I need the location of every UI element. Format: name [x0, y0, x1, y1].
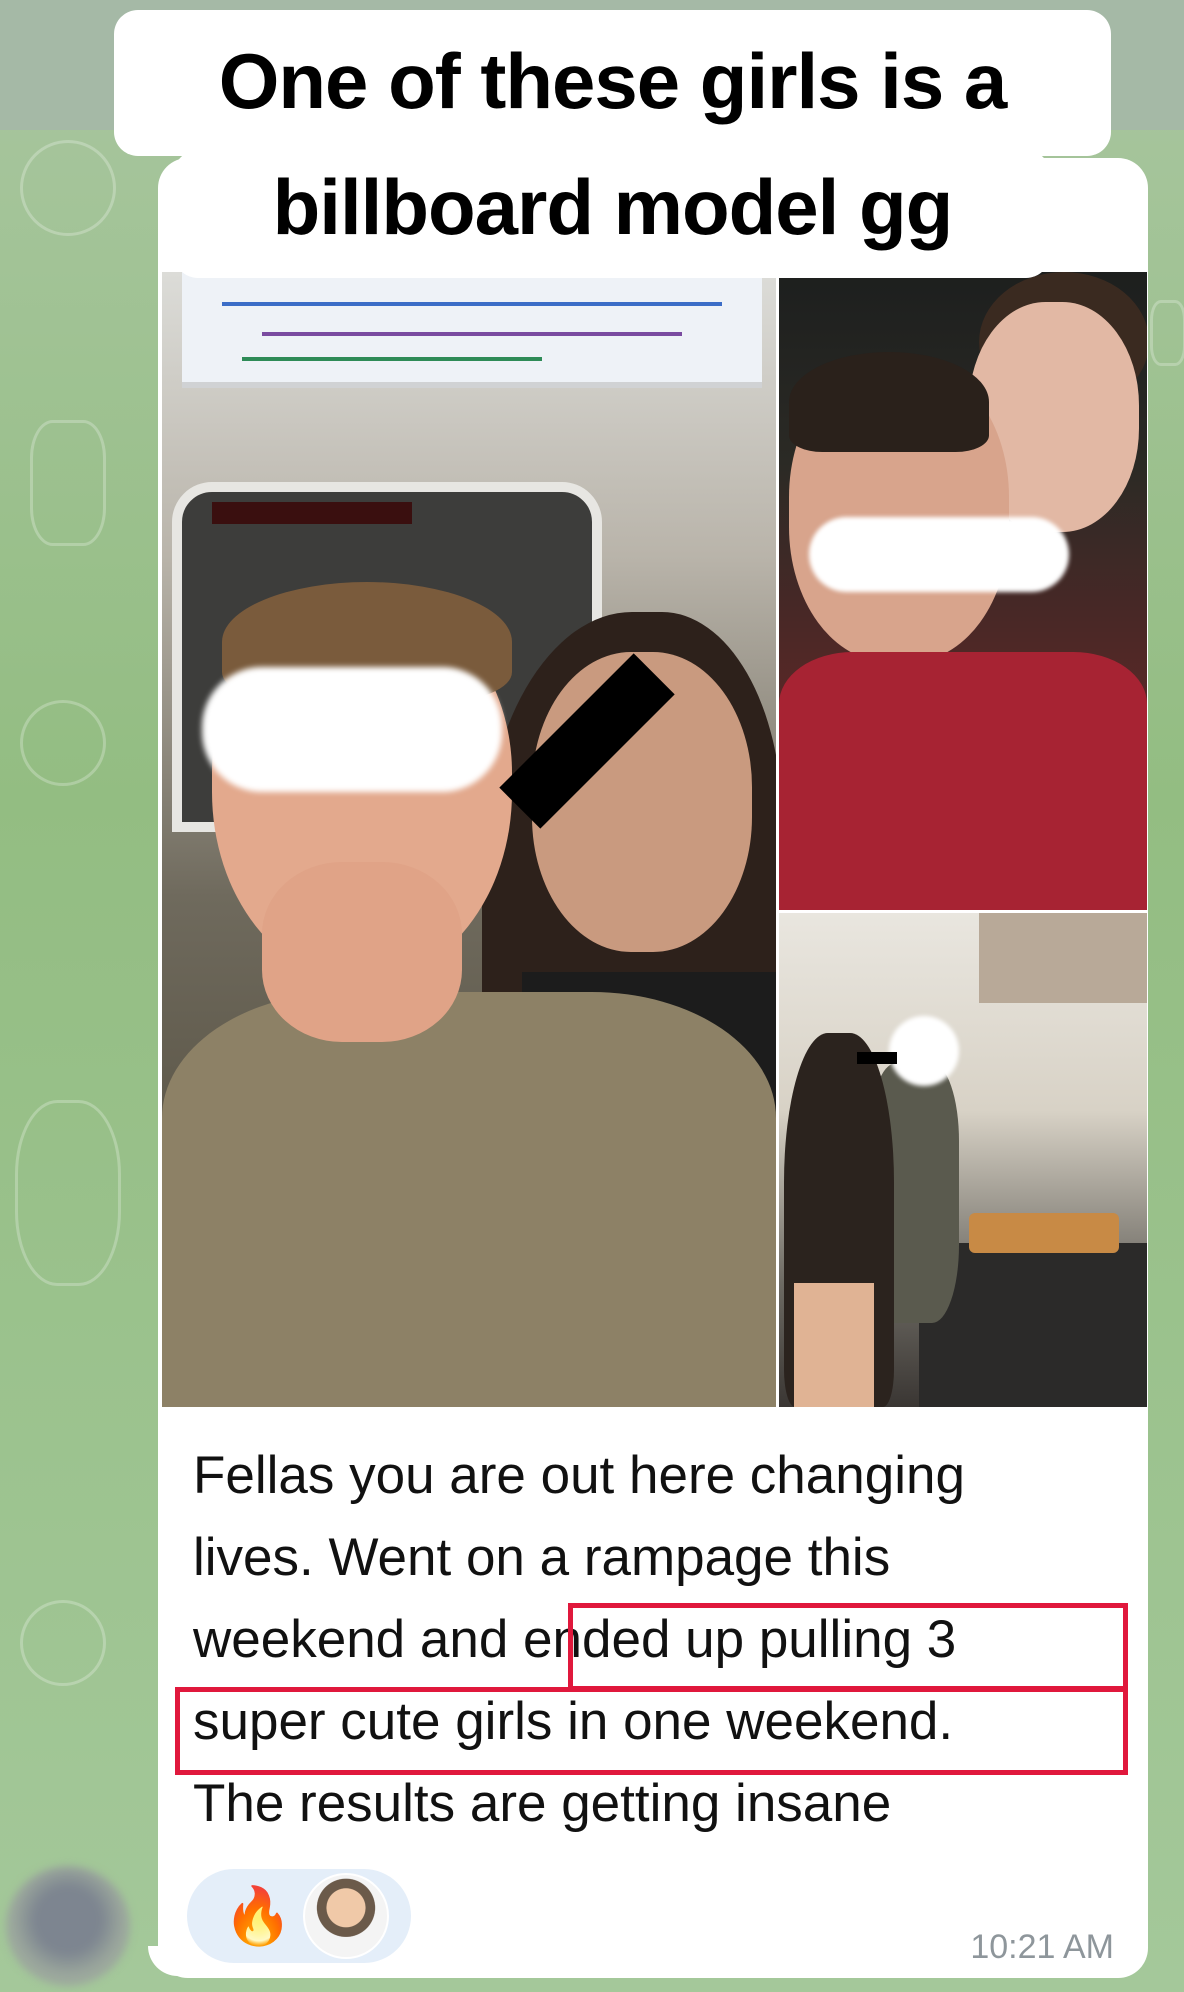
hand: [262, 862, 462, 1042]
doodle: [20, 140, 116, 236]
man-shirt: [162, 992, 776, 1407]
doodle: [15, 1100, 121, 1286]
doodle: [20, 700, 106, 786]
subway-selfie-photo[interactable]: [162, 272, 776, 1407]
caption-line: billboard model gg: [272, 163, 954, 251]
tube-map: [182, 272, 762, 388]
message-line: weekend and: [193, 1610, 524, 1669]
woman-legs: [794, 1283, 874, 1407]
face-censor-blur: [202, 667, 502, 792]
range-hood: [979, 913, 1147, 1003]
map-line: [262, 332, 682, 336]
red-jacket: [779, 652, 1147, 910]
reactor-avatar[interactable]: [303, 1873, 389, 1959]
night-hug-photo[interactable]: [779, 272, 1147, 910]
red-highlight-box: [568, 1603, 1128, 1691]
doodle: [30, 420, 106, 546]
man-hair: [789, 352, 989, 452]
face-censor-blur: [809, 517, 1069, 592]
fire-emoji[interactable]: 🔥: [223, 1877, 293, 1955]
message-timestamp: 10:21 AM: [970, 1928, 1114, 1966]
baking-tray: [969, 1213, 1119, 1253]
map-line: [222, 302, 722, 306]
message-line: lives. Went on a rampage this: [193, 1528, 891, 1587]
red-highlight-box: [175, 1687, 1128, 1775]
map-line: [242, 357, 542, 361]
caption-title: One of these girls is a billboard model …: [114, 18, 1111, 270]
caption-line: One of these girls is a: [218, 37, 1008, 125]
face-censor-blur: [889, 1016, 959, 1086]
sender-avatar[interactable]: [6, 1866, 130, 1986]
face-censor-bar: [857, 1052, 897, 1064]
led-display: [212, 502, 412, 524]
kitchen-photo[interactable]: [779, 913, 1147, 1407]
message-line: Fellas you are out here changing: [193, 1446, 965, 1505]
doodle: [20, 1600, 106, 1686]
message-line: The results are getting insane: [193, 1774, 892, 1833]
doodle: [1150, 300, 1184, 366]
